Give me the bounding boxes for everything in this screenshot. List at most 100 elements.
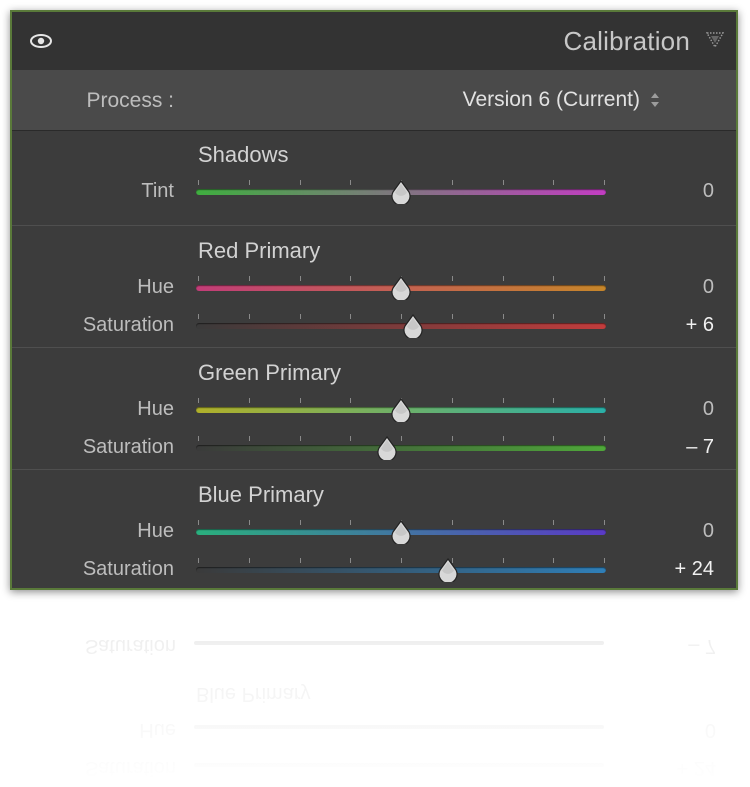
slider-label: Saturation <box>82 558 174 580</box>
slider-label: Saturation <box>82 436 174 458</box>
panel-reflection: SaturationHueBlue PrimarySaturation+ 240… <box>10 592 738 787</box>
slider-tick <box>299 314 301 319</box>
slider-tick <box>299 436 301 441</box>
process-row: Process : Version 6 (Current) <box>12 70 736 131</box>
slider-tick <box>350 314 352 319</box>
slider-tick <box>248 398 250 403</box>
process-select[interactable]: Version 6 (Current) <box>463 88 640 112</box>
screenshot-stage: Calibration Process : Version 6 (Current… <box>0 0 750 787</box>
slider-tick <box>553 314 555 319</box>
slider-tick <box>553 276 555 281</box>
slider-tick <box>350 436 352 441</box>
slider-tick <box>198 276 199 281</box>
slider-tick <box>248 520 250 525</box>
slider-saturation: Saturation – 7 <box>12 432 736 466</box>
section-blue-primary: Blue Primary Hue 0 Saturation + 24 <box>12 469 736 588</box>
slider-tick <box>604 398 605 403</box>
slider-tick <box>502 436 504 441</box>
slider-tick <box>502 314 504 319</box>
slider-tick <box>198 180 199 185</box>
slider-track[interactable] <box>196 445 606 451</box>
slider-label: Saturation <box>82 314 174 336</box>
slider-value[interactable]: 0 <box>703 180 714 203</box>
slider-tick <box>604 558 605 563</box>
section-green-primary: Green Primary Hue 0 Saturation – 7 <box>12 347 736 469</box>
slider-tick <box>553 520 555 525</box>
slider-tick <box>451 436 453 441</box>
slider-tick <box>299 520 301 525</box>
slider-tick <box>401 436 402 441</box>
slider-value[interactable]: – 7 <box>686 436 714 459</box>
slider-value[interactable]: 0 <box>703 398 714 421</box>
triangle-down-icon[interactable] <box>706 32 724 48</box>
slider-tick <box>502 180 504 185</box>
slider-tick <box>502 558 504 563</box>
slider-tick <box>451 520 453 525</box>
slider-tick <box>604 180 605 185</box>
slider-tint: Tint 0 <box>12 176 736 210</box>
slider-track[interactable] <box>196 567 606 573</box>
slider-thumb[interactable] <box>390 520 412 544</box>
slider-value[interactable]: + 24 <box>675 558 714 581</box>
slider-tick <box>350 276 352 281</box>
slider-label: Hue <box>137 398 174 420</box>
slider-ticks <box>198 436 605 442</box>
slider-thumb[interactable] <box>390 276 412 300</box>
slider-tick <box>248 558 250 563</box>
slider-tick <box>350 558 352 563</box>
slider-hue: Hue 0 <box>12 272 736 306</box>
calibration-panel: Calibration Process : Version 6 (Current… <box>10 10 738 590</box>
slider-saturation: Saturation + 6 <box>12 310 736 344</box>
slider-tick <box>502 520 504 525</box>
slider-tick <box>198 558 199 563</box>
slider-tick <box>604 276 605 281</box>
section-title: Red Primary <box>198 238 321 263</box>
slider-tick <box>299 276 301 281</box>
slider-tick <box>299 180 301 185</box>
slider-tick <box>451 276 453 281</box>
section-title: Blue Primary <box>198 482 324 507</box>
slider-sections: Shadows Tint 0 Red Primary Hue 0 Saturation + 6… <box>12 130 736 588</box>
slider-tick <box>350 520 352 525</box>
slider-tick <box>553 436 555 441</box>
slider-tick <box>401 558 402 563</box>
slider-tick <box>248 180 250 185</box>
slider-thumb[interactable] <box>390 398 412 422</box>
slider-thumb[interactable] <box>437 558 459 582</box>
panel-title: Calibration <box>563 26 690 56</box>
slider-tick <box>350 398 352 403</box>
slider-label: Hue <box>137 276 174 298</box>
eye-icon[interactable] <box>30 34 52 48</box>
slider-value[interactable]: + 6 <box>686 314 714 337</box>
slider-tick <box>451 314 453 319</box>
slider-tick <box>350 180 352 185</box>
slider-tick <box>451 180 453 185</box>
slider-tick <box>553 180 555 185</box>
slider-hue: Hue 0 <box>12 394 736 428</box>
slider-ticks <box>198 558 605 564</box>
panel-header[interactable]: Calibration <box>12 12 736 71</box>
slider-tick <box>299 558 301 563</box>
slider-tick <box>299 398 301 403</box>
slider-tick <box>248 314 250 319</box>
slider-value[interactable]: 0 <box>703 520 714 543</box>
slider-tick <box>198 398 199 403</box>
section-title: Shadows <box>198 142 289 167</box>
slider-tick <box>604 314 605 319</box>
slider-tick <box>198 314 199 319</box>
slider-thumb[interactable] <box>390 180 412 204</box>
slider-thumb[interactable] <box>376 436 398 460</box>
slider-tick <box>248 276 250 281</box>
slider-hue: Hue 0 <box>12 516 736 550</box>
slider-tick <box>502 276 504 281</box>
section-red-primary: Red Primary Hue 0 Saturation + 6 <box>12 225 736 347</box>
slider-label: Hue <box>137 520 174 542</box>
slider-tick <box>248 436 250 441</box>
slider-thumb[interactable] <box>402 314 424 338</box>
updown-arrows-icon[interactable] <box>650 92 660 108</box>
slider-tick <box>198 520 199 525</box>
slider-label: Tint <box>141 180 174 202</box>
slider-value[interactable]: 0 <box>703 276 714 299</box>
slider-tick <box>502 398 504 403</box>
process-label: Process : <box>86 89 174 112</box>
